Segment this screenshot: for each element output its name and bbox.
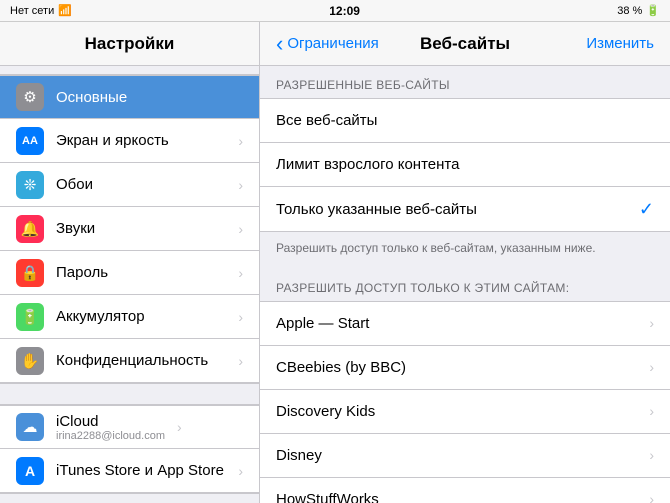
back-label: Ограничения: [287, 35, 378, 52]
cbeebies-label: CBeebies (by BBC): [276, 359, 649, 376]
list-item-apple[interactable]: Apple — Start ›: [260, 302, 670, 346]
sidebar-label-itunes: iTunes Store и App Store: [56, 462, 226, 479]
sounds-icon: 🔔: [16, 215, 44, 243]
disney-label: Disney: [276, 447, 649, 464]
sidebar-item-password[interactable]: 🔒 Пароль ›: [0, 251, 259, 295]
back-button[interactable]: ‹ Ограничения: [276, 33, 379, 55]
basic-icon: ⚙: [16, 83, 44, 111]
discovery-chevron-icon: ›: [649, 403, 654, 419]
itunes-icon: A: [16, 457, 44, 485]
apple-chevron-icon: ›: [649, 315, 654, 331]
howstuffworks-chevron-icon: ›: [649, 491, 654, 503]
adult-label: Лимит взрослого контента: [276, 156, 654, 173]
right-header-inner: ‹ Ограничения Веб-сайты Изменить: [276, 33, 654, 55]
privacy-icon: ✋: [16, 347, 44, 375]
sounds-chevron: ›: [238, 221, 243, 237]
section-title-specific: РАЗРЕШИТЬ ДОСТУП ТОЛЬКО К ЭТИМ САЙТАМ:: [260, 269, 670, 301]
disney-chevron-icon: ›: [649, 447, 654, 463]
sidebar-list-group-1: ⚙ Основные AA Экран и яркость › ❊ Обои ›: [0, 74, 259, 384]
list-item-discovery[interactable]: Discovery Kids ›: [260, 390, 670, 434]
privacy-chevron: ›: [238, 353, 243, 369]
battery-label: 38 %: [617, 5, 642, 17]
sidebar-item-basic[interactable]: ⚙ Основные: [0, 75, 259, 119]
sidebar-label-sounds: Звуки: [56, 220, 226, 237]
right-header: ‹ Ограничения Веб-сайты Изменить: [260, 22, 670, 66]
itunes-chevron: ›: [238, 463, 243, 479]
battery-chevron: ›: [238, 309, 243, 325]
all-sites-label: Все веб-сайты: [276, 112, 654, 129]
sidebar-item-itunes[interactable]: A iTunes Store и App Store ›: [0, 449, 259, 493]
icloud-icon: ☁: [16, 413, 44, 441]
wallpaper-chevron: ›: [238, 177, 243, 193]
sidebar-label-display: Экран и яркость: [56, 132, 226, 149]
sidebar-label-battery: Аккумулятор: [56, 308, 226, 325]
right-panel: ‹ Ограничения Веб-сайты Изменить РАЗРЕШЕ…: [260, 22, 670, 503]
sidebar-item-privacy[interactable]: ✋ Конфиденциальность ›: [0, 339, 259, 383]
sidebar-label-icloud: iCloud: [56, 413, 165, 430]
sidebar-item-display[interactable]: AA Экран и яркость ›: [0, 119, 259, 163]
specific-sites-group: Apple — Start › CBeebies (by BBC) › Disc…: [260, 301, 670, 503]
howstuffworks-label: HowStuffWorks: [276, 491, 649, 503]
section-title-allowed: РАЗРЕШЕННЫЕ ВЕБ-САЙТЫ: [260, 66, 670, 98]
list-item-cbeebies[interactable]: CBeebies (by BBC) ›: [260, 346, 670, 390]
discovery-label: Discovery Kids: [276, 403, 649, 420]
status-bar: Нет сети 📶 12:09 38 % 🔋: [0, 0, 670, 22]
sidebar: Настройки ⚙ Основные AA Экран и яркость …: [0, 22, 260, 503]
main-layout: Настройки ⚙ Основные AA Экран и яркость …: [0, 22, 670, 503]
sidebar-separator-1: [0, 384, 259, 404]
sidebar-item-icloud[interactable]: ☁ iCloud irina2288@icloud.com ›: [0, 405, 259, 449]
sidebar-list-group-2: ☁ iCloud irina2288@icloud.com › A iTunes…: [0, 404, 259, 494]
sidebar-separator-2: [0, 494, 259, 503]
specific-check-icon: ✓: [639, 199, 654, 220]
back-chevron-icon: ‹: [276, 33, 283, 55]
apple-label: Apple — Start: [276, 315, 649, 332]
icloud-chevron: ›: [177, 419, 182, 435]
panel-title: Веб-сайты: [420, 34, 510, 54]
time-label: 12:09: [329, 4, 360, 18]
sidebar-label-basic: Основные: [56, 89, 243, 106]
list-item-howstuffworks[interactable]: HowStuffWorks ›: [260, 478, 670, 503]
action-button[interactable]: Изменить: [586, 35, 654, 52]
info-text: Разрешить доступ только к веб-сайтам, ук…: [260, 232, 670, 269]
carrier-label: Нет сети: [10, 5, 54, 17]
wallpaper-icon: ❊: [16, 171, 44, 199]
sidebar-label-password: Пароль: [56, 264, 226, 281]
right-content: РАЗРЕШЕННЫЕ ВЕБ-САЙТЫ Все веб-сайты Лими…: [260, 66, 670, 503]
list-item-all-sites[interactable]: Все веб-сайты: [260, 99, 670, 143]
wifi-icon: 📶: [58, 4, 72, 17]
status-left: Нет сети 📶: [10, 4, 72, 17]
password-icon: 🔒: [16, 259, 44, 287]
sidebar-label-wallpaper: Обои: [56, 176, 226, 193]
specific-label: Только указанные веб-сайты: [276, 201, 639, 218]
sidebar-item-sounds[interactable]: 🔔 Звуки ›: [0, 207, 259, 251]
sidebar-item-wallpaper[interactable]: ❊ Обои ›: [0, 163, 259, 207]
sidebar-label-privacy: Конфиденциальность: [56, 352, 226, 369]
battery-sidebar-icon: 🔋: [16, 303, 44, 331]
cbeebies-chevron-icon: ›: [649, 359, 654, 375]
sidebar-group-1: ⚙ Основные AA Экран и яркость › ❊ Обои ›: [0, 66, 259, 384]
list-item-specific[interactable]: Только указанные веб-сайты ✓: [260, 187, 670, 231]
battery-icon: 🔋: [646, 4, 660, 17]
password-chevron: ›: [238, 265, 243, 281]
list-item-adult[interactable]: Лимит взрослого контента: [260, 143, 670, 187]
icloud-sublabel: irina2288@icloud.com: [56, 430, 165, 442]
allowed-sites-group: Все веб-сайты Лимит взрослого контента Т…: [260, 98, 670, 232]
icloud-label-group: iCloud irina2288@icloud.com: [56, 413, 165, 442]
list-item-disney[interactable]: Disney ›: [260, 434, 670, 478]
sidebar-title: Настройки: [0, 22, 259, 66]
display-icon: AA: [16, 127, 44, 155]
display-chevron: ›: [238, 133, 243, 149]
sidebar-item-battery[interactable]: 🔋 Аккумулятор ›: [0, 295, 259, 339]
status-right: 38 % 🔋: [617, 4, 660, 17]
